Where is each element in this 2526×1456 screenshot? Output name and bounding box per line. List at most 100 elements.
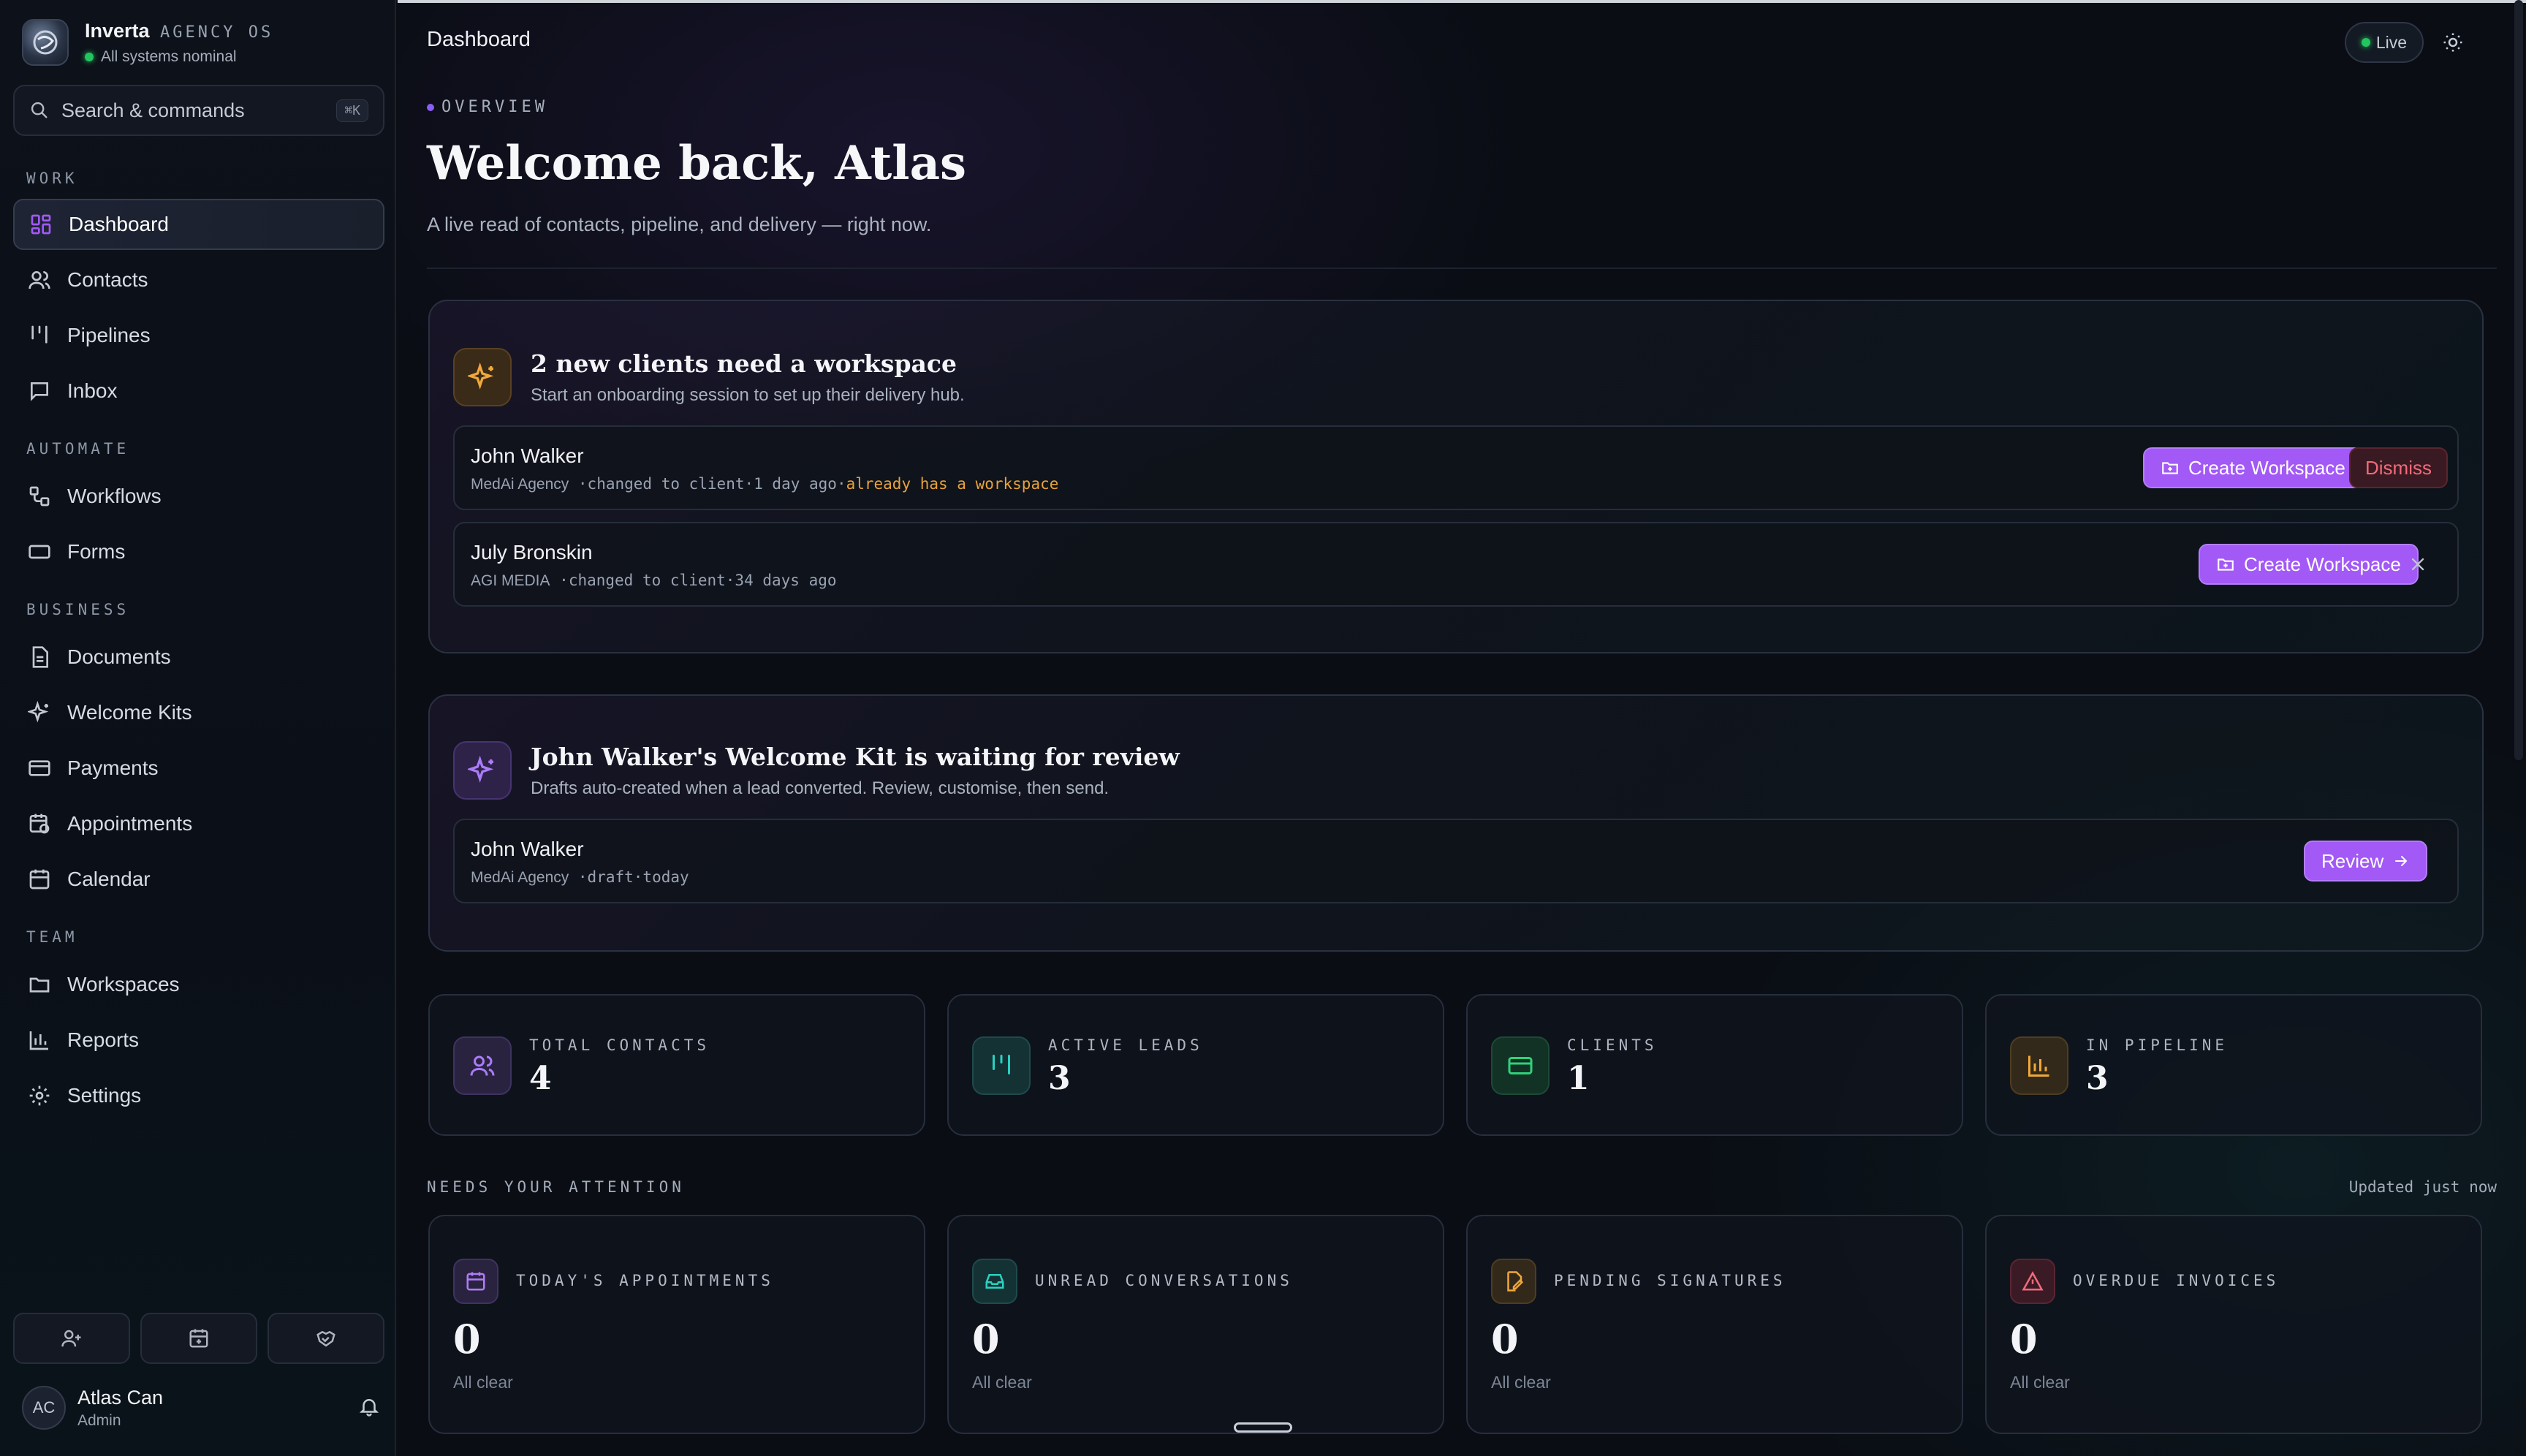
bar-chart-icon xyxy=(26,1027,53,1053)
calendar-icon xyxy=(26,866,53,892)
sidebar-item-appointments[interactable]: Appointments xyxy=(13,798,384,849)
vertical-scrollbar[interactable] xyxy=(2514,0,2523,760)
sidebar-item-label: Inbox xyxy=(67,379,118,402)
stat-value: 3 xyxy=(2086,1060,2109,1097)
sidebar-item-label: Appointments xyxy=(67,812,193,835)
attention-unread-conversations[interactable]: UNREAD CONVERSATIONS 0 All clear xyxy=(947,1215,1444,1434)
sidebar-item-workflows[interactable]: Workflows xyxy=(13,471,384,522)
sidebar-item-settings[interactable]: Settings xyxy=(13,1070,384,1121)
user-name: Atlas Can xyxy=(77,1386,164,1408)
page-title: Dashboard xyxy=(427,28,531,51)
attention-overdue-invoices[interactable]: OVERDUE INVOICES 0 All clear xyxy=(1985,1215,2482,1434)
list-item: John Walker MedAi Agency ·draft·today Re… xyxy=(453,819,2459,903)
sidebar-item-workspaces[interactable]: Workspaces xyxy=(13,959,384,1010)
sidebar-item-pipelines[interactable]: Pipelines xyxy=(13,310,384,361)
sidebar-item-label: Dashboard xyxy=(69,213,169,235)
signature-icon xyxy=(1491,1259,1536,1304)
live-indicator[interactable]: Live xyxy=(2345,22,2424,63)
attention-pending-signatures[interactable]: PENDING SIGNATURES 0 All clear xyxy=(1466,1215,1963,1434)
credit-card-icon xyxy=(26,755,53,781)
eyebrow: OVERVIEW xyxy=(427,98,548,116)
grid-icon xyxy=(28,211,54,238)
eyebrow-label: OVERVIEW xyxy=(441,98,548,116)
close-icon[interactable] xyxy=(2403,550,2432,579)
sidebar-item-forms[interactable]: Forms xyxy=(13,526,384,577)
workspace-warning: already has a workspace xyxy=(846,475,1059,493)
card-subtitle: Drafts auto-created when a lead converte… xyxy=(531,778,1110,798)
sidebar-item-inbox[interactable]: Inbox xyxy=(13,365,384,417)
nav-section-business: BUSINESS xyxy=(26,601,130,618)
dismiss-button[interactable]: Dismiss xyxy=(2349,447,2448,488)
document-icon xyxy=(26,644,53,670)
sidebar-item-contacts[interactable]: Contacts xyxy=(13,254,384,306)
user-profile[interactable]: AC Atlas Can Admin xyxy=(22,1386,380,1430)
brand-subtitle: AGENCY OS xyxy=(160,23,274,42)
workspace-needed-card: 2 new clients need a workspace Start an … xyxy=(428,300,2484,653)
calendar-clock-icon xyxy=(26,811,53,837)
sidebar-item-label: Pipelines xyxy=(67,324,151,346)
live-dot-icon xyxy=(2361,38,2370,47)
sidebar-item-payments[interactable]: Payments xyxy=(13,743,384,794)
sidebar-item-label: Forms xyxy=(67,540,126,563)
client-company: AGI MEDIA xyxy=(471,572,550,589)
theme-toggle-button[interactable] xyxy=(2438,28,2468,57)
stat-clients[interactable]: CLIENTS 1 xyxy=(1466,994,1963,1136)
search-icon xyxy=(31,102,48,118)
search-shortcut: ⌘K xyxy=(336,99,368,122)
gear-icon xyxy=(26,1082,53,1109)
stat-in-pipeline[interactable]: IN PIPELINE 3 xyxy=(1985,994,2482,1136)
sidebar-item-documents[interactable]: Documents xyxy=(13,632,384,683)
nav-section-automate: AUTOMATE xyxy=(26,440,130,458)
card-title: 2 new clients need a workspace xyxy=(531,349,957,378)
sidebar-item-label: Payments xyxy=(67,757,159,779)
attention-label: PENDING SIGNATURES xyxy=(1554,1272,1786,1289)
updated-timestamp: Updated just now xyxy=(2348,1178,2497,1196)
attention-todays-appointments[interactable]: TODAY'S APPOINTMENTS 0 All clear xyxy=(428,1215,925,1434)
divider xyxy=(427,268,2497,269)
stat-label: ACTIVE LEADS xyxy=(1048,1036,1203,1054)
add-event-button[interactable] xyxy=(140,1313,257,1364)
status-dot-icon xyxy=(85,52,94,61)
sidebar-item-welcome-kits[interactable]: Welcome Kits xyxy=(13,687,384,738)
bell-icon[interactable] xyxy=(358,1395,380,1421)
window-top-edge xyxy=(398,0,2526,3)
sidebar-item-reports[interactable]: Reports xyxy=(13,1015,384,1066)
sidebar-item-label: Reports xyxy=(67,1028,140,1051)
search-commands[interactable]: Search & commands ⌘K xyxy=(13,85,384,136)
system-status-text: All systems nominal xyxy=(101,48,237,65)
attention-value: 0 xyxy=(1491,1316,1519,1362)
attention-label: TODAY'S APPOINTMENTS xyxy=(516,1272,774,1289)
sparkles-icon xyxy=(453,348,512,406)
attention-value: 0 xyxy=(453,1316,481,1362)
bottom-scroll-handle[interactable] xyxy=(1234,1422,1292,1433)
client-company: MedAi Agency xyxy=(471,869,569,886)
review-button[interactable]: Review xyxy=(2304,841,2428,881)
attention-label: UNREAD CONVERSATIONS xyxy=(1035,1272,1293,1289)
stat-value: 1 xyxy=(1567,1060,1590,1097)
system-status: All systems nominal xyxy=(85,48,273,66)
card-title: John Walker's Welcome Kit is waiting for… xyxy=(531,743,1180,771)
add-contact-button[interactable] xyxy=(13,1313,130,1364)
stat-total-contacts[interactable]: TOTAL CONTACTS 4 xyxy=(428,994,925,1136)
create-workspace-button[interactable]: Create Workspace xyxy=(2143,447,2363,488)
welcome-kit-review-card: John Walker's Welcome Kit is waiting for… xyxy=(428,694,2484,952)
nav-section-team: TEAM xyxy=(26,928,78,946)
calendar-icon xyxy=(453,1259,498,1304)
client-change: changed to client xyxy=(568,572,726,589)
sidebar-item-calendar[interactable]: Calendar xyxy=(13,854,384,905)
stat-label: TOTAL CONTACTS xyxy=(529,1036,710,1054)
stat-active-leads[interactable]: ACTIVE LEADS 3 xyxy=(947,994,1444,1136)
client-name: John Walker xyxy=(471,444,584,467)
create-workspace-button[interactable]: Create Workspace xyxy=(2199,544,2419,585)
main-content: Dashboard Live OVERVIEW Welcome back, At… xyxy=(398,0,2526,1456)
button-label: Create Workspace xyxy=(2188,456,2345,479)
folder-plus-icon xyxy=(2161,458,2180,477)
folder-plus-icon xyxy=(2216,555,2235,574)
sidebar-item-dashboard[interactable]: Dashboard xyxy=(13,199,384,250)
attention-note: All clear xyxy=(453,1373,513,1392)
brand-logo xyxy=(22,19,69,66)
stat-value: 4 xyxy=(529,1060,552,1097)
client-meta: MedAi Agency ·changed to client·1 day ag… xyxy=(471,475,1059,493)
deals-button[interactable] xyxy=(268,1313,384,1364)
list-item: July Bronskin AGI MEDIA ·changed to clie… xyxy=(453,522,2459,607)
